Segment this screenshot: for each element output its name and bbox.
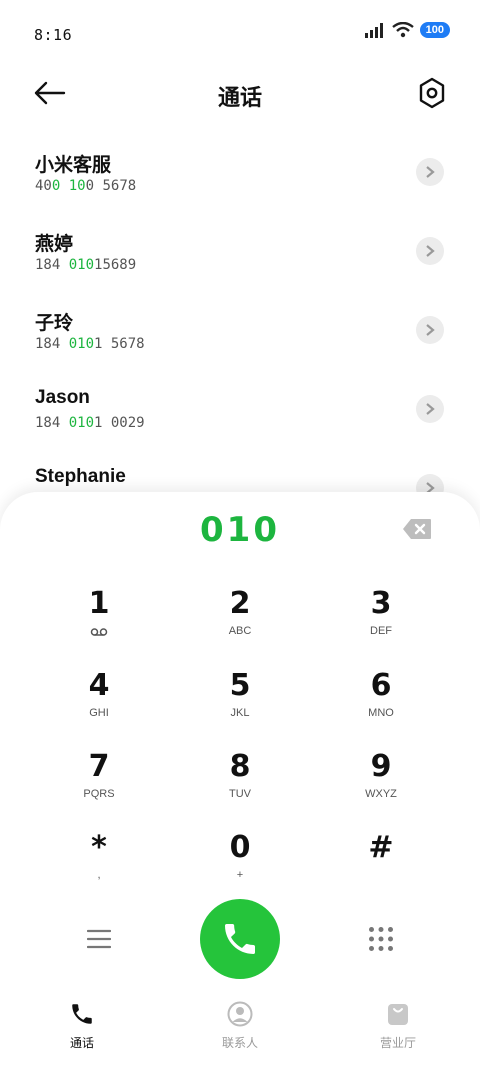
key-4[interactable]: 4 GHI <box>29 666 169 738</box>
list-item[interactable]: 子玲 184 0101 5678 <box>0 288 480 367</box>
phone-icon <box>72 1004 92 1024</box>
bottom-nav: 通话 联系人 营业厅 <box>0 1000 480 1060</box>
voicemail-icon <box>90 628 108 636</box>
chevron-right-icon[interactable] <box>416 316 444 344</box>
battery-indicator: 100 <box>419 22 450 38</box>
person-icon <box>227 1001 253 1027</box>
key-2[interactable]: 2 ABC <box>170 584 310 656</box>
contact-list: 小米客服 400 100 5678 燕婷 184 01015689 子玲 184… <box>0 130 480 525</box>
list-item[interactable]: 小米客服 400 100 5678 <box>0 130 480 209</box>
key-7[interactable]: 7 PQRS <box>29 747 169 819</box>
contact-name: 子玲 <box>35 313 74 334</box>
list-item[interactable]: 燕婷 184 01015689 <box>0 209 480 288</box>
tab-label: 营业厅 <box>379 1036 416 1050</box>
contact-name: Stephanie <box>35 466 126 487</box>
contact-number: 184 01015689 <box>35 257 137 273</box>
key-0[interactable]: 0 + <box>170 828 310 900</box>
contact-number: 184 0101 0029 <box>35 415 145 431</box>
page-title: 通话 <box>217 85 262 110</box>
contact-name: 燕婷 <box>35 234 74 255</box>
dialer-panel: 010 1 2 ABC 3 DEF 4 GHI 5 JKL 6 MNO 7 PQRS 8 TU… <box>0 492 480 1067</box>
contact-name: 小米客服 <box>35 155 112 176</box>
tab-label: 通话 <box>69 1036 94 1050</box>
contact-number: 400 100 5678 <box>35 178 137 194</box>
status-bar: 8:16 100 <box>0 0 480 60</box>
signal-icon <box>364 23 383 38</box>
chevron-right-icon[interactable] <box>416 237 444 265</box>
bag-icon <box>388 1004 408 1025</box>
contact-number: 184 0101 5678 <box>35 336 145 352</box>
wifi-icon <box>391 22 414 38</box>
key-3[interactable]: 3 DEF <box>311 584 451 656</box>
call-button[interactable] <box>200 899 280 979</box>
phone-icon <box>225 924 255 954</box>
chevron-right-icon[interactable] <box>416 158 444 186</box>
key-8[interactable]: 8 TUV <box>170 747 310 819</box>
chevron-right-icon[interactable] <box>416 395 444 423</box>
key-hash[interactable]: # <box>311 828 451 900</box>
tab-contacts[interactable]: 联系人 <box>190 1000 290 1051</box>
dialer-actions <box>0 899 480 981</box>
key-9[interactable]: 9 WXYZ <box>311 747 451 819</box>
tab-store[interactable]: 营业厅 <box>348 1000 448 1051</box>
settings-icon[interactable] <box>416 76 448 110</box>
header: 通话 <box>0 66 480 122</box>
keypad-grid-icon[interactable] <box>368 926 394 952</box>
key-1[interactable]: 1 <box>29 584 169 656</box>
backspace-icon[interactable] <box>402 518 432 540</box>
key-star[interactable]: *, <box>29 828 169 900</box>
tab-label: 联系人 <box>221 1036 258 1050</box>
key-5[interactable]: 5 JKL <box>170 666 310 738</box>
list-item[interactable]: Jason 184 0101 0029 <box>0 367 480 446</box>
menu-icon[interactable] <box>87 929 111 949</box>
key-6[interactable]: 6 MNO <box>311 666 451 738</box>
tab-calls[interactable]: 通话 <box>32 1000 132 1051</box>
status-time: 8:16 <box>34 26 73 44</box>
contact-name: Jason <box>35 387 90 408</box>
